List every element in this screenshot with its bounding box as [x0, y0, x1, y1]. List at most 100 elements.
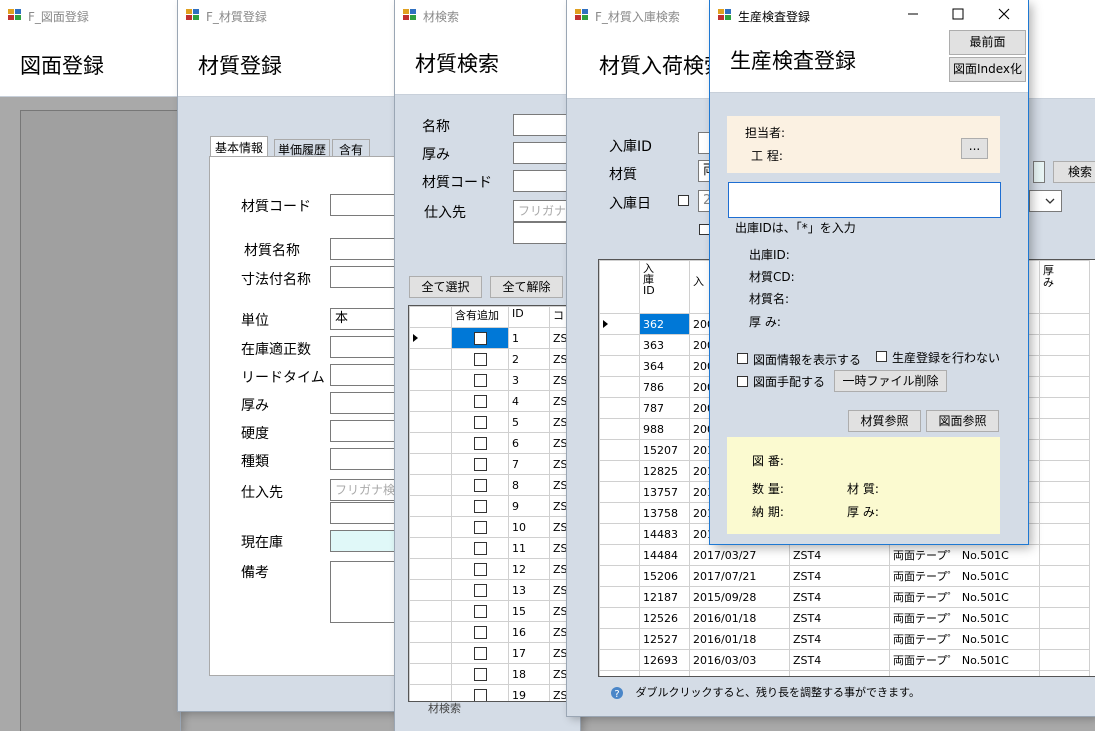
receipt-id-cell[interactable]: 12187 — [639, 586, 690, 608]
header-thickness[interactable]: 厚み — [1039, 260, 1090, 314]
header-contains-add[interactable]: 含有追加 — [451, 306, 509, 328]
row-header[interactable] — [599, 355, 640, 377]
contains-add-cell[interactable] — [451, 621, 509, 643]
contains-add-checkbox[interactable] — [473, 352, 487, 366]
material-cell[interactable]: ZST4 — [789, 670, 890, 676]
table-row[interactable]: 15206 2017/07/21 ZST4 両面テープ゜ No.501C — [599, 565, 1090, 587]
contains-add-cell[interactable] — [451, 390, 509, 412]
table-row[interactable]: 13 ZST — [409, 579, 580, 601]
close-icon[interactable] — [998, 8, 1010, 20]
contains-add-cell[interactable] — [451, 558, 509, 580]
thickness-cell[interactable] — [1039, 607, 1090, 629]
id-cell[interactable]: 4 — [508, 390, 550, 412]
id-cell[interactable]: 17 — [508, 642, 550, 664]
table-row[interactable]: 18 ZST — [409, 663, 580, 685]
table-row[interactable]: 12 ZST — [409, 558, 580, 580]
material-cell[interactable]: ZST4 — [789, 544, 890, 566]
id-cell[interactable]: 2 — [508, 348, 550, 370]
receipt-id-cell[interactable]: 12527 — [639, 628, 690, 650]
thickness-cell[interactable] — [1039, 397, 1090, 419]
table-row[interactable]: 12693 2016/03/03 ZST4 両面テープ゜ No.501C — [599, 649, 1090, 671]
row-header[interactable] — [409, 600, 452, 622]
receipt-date-cell[interactable]: 2017/03/27 — [689, 544, 790, 566]
receipt-id-cell[interactable]: 364 — [639, 355, 690, 377]
row-header[interactable] — [599, 565, 640, 587]
material-name-field[interactable] — [1033, 161, 1045, 183]
row-header[interactable] — [599, 544, 640, 566]
shipment-id-input[interactable] — [728, 182, 1001, 218]
receipt-id-cell[interactable]: 988 — [639, 418, 690, 440]
thickness-cell[interactable] — [1039, 544, 1090, 566]
receipt-date-cell[interactable]: 2015/09/28 — [689, 586, 790, 608]
receipt-id-cell[interactable]: 12693 — [639, 649, 690, 671]
contains-add-checkbox[interactable] — [473, 541, 487, 555]
contains-add-checkbox[interactable] — [473, 646, 487, 660]
id-cell[interactable]: 12 — [508, 558, 550, 580]
row-header[interactable] — [599, 334, 640, 356]
table-row[interactable]: 9 ZST — [409, 495, 580, 517]
thickness-cell[interactable] — [1039, 670, 1090, 676]
id-cell[interactable]: 18 — [508, 663, 550, 685]
header-receipt-id[interactable]: 入庫ID — [639, 260, 690, 314]
row-header[interactable] — [409, 516, 452, 538]
minimize-icon[interactable] — [907, 8, 919, 20]
thickness-cell[interactable] — [1039, 523, 1090, 545]
receipt-id-cell[interactable]: 786 — [639, 376, 690, 398]
material-cell[interactable]: ZST4 — [789, 565, 890, 587]
receipt-id-cell[interactable]: 13757 — [639, 481, 690, 503]
row-header[interactable] — [409, 348, 452, 370]
receipt-id-cell[interactable]: 362 — [639, 313, 690, 335]
thickness-cell[interactable] — [1039, 460, 1090, 482]
select-all-button[interactable]: 全て選択 — [409, 276, 482, 298]
id-cell[interactable]: 7 — [508, 453, 550, 475]
row-header[interactable] — [599, 586, 640, 608]
name-cell[interactable]: 両面テープ゜ No.501C — [889, 649, 1040, 671]
row-header[interactable] — [409, 642, 452, 664]
table-row[interactable]: 7 ZST — [409, 453, 580, 475]
receipt-id-cell[interactable]: 363 — [639, 334, 690, 356]
table-row[interactable]: 16 ZST — [409, 621, 580, 643]
tab-basic-info[interactable]: 基本情報 — [210, 136, 269, 158]
row-header[interactable] — [409, 390, 452, 412]
receipt-date-cell[interactable]: 2016/01/18 — [689, 607, 790, 629]
material-cell[interactable]: ZST4 — [789, 607, 890, 629]
title-bar[interactable]: 生産検査登録 — [710, 0, 1028, 30]
row-header[interactable] — [599, 397, 640, 419]
contains-add-checkbox[interactable] — [473, 436, 487, 450]
receipt-id-cell[interactable]: 15206 — [639, 565, 690, 587]
contains-add-cell[interactable] — [451, 327, 509, 349]
topmost-button[interactable]: 最前面 — [949, 30, 1026, 55]
contains-add-checkbox[interactable] — [473, 625, 487, 639]
extra-option-checkbox[interactable] — [699, 224, 710, 235]
delete-temp-file-button[interactable]: 一時ファイル削除 — [834, 370, 947, 392]
table-row[interactable]: 6 ZST — [409, 432, 580, 454]
row-header[interactable] — [409, 537, 452, 559]
row-header[interactable] — [409, 369, 452, 391]
table-row[interactable]: 12527 2016/01/18 ZST4 両面テープ゜ No.501C — [599, 628, 1090, 650]
filter-dropdown[interactable] — [1029, 190, 1062, 212]
table-row[interactable]: 12187 2015/09/28 ZST4 両面テープ゜ No.501C — [599, 586, 1090, 608]
name-cell[interactable]: 両面テープ゜ No.501C — [889, 670, 1040, 676]
table-row[interactable]: 4 ZST — [409, 390, 580, 412]
receipt-id-cell[interactable]: 13758 — [639, 502, 690, 524]
thickness-cell[interactable] — [1039, 376, 1090, 398]
contains-add-cell[interactable] — [451, 369, 509, 391]
receipt-id-cell[interactable]: 12825 — [639, 460, 690, 482]
contains-add-checkbox[interactable] — [473, 583, 487, 597]
row-header[interactable] — [599, 460, 640, 482]
contains-add-cell[interactable] — [451, 600, 509, 622]
name-cell[interactable]: 両面テープ゜ No.501C — [889, 565, 1040, 587]
row-header[interactable] — [409, 327, 452, 349]
thickness-cell[interactable] — [1039, 439, 1090, 461]
id-cell[interactable]: 16 — [508, 621, 550, 643]
table-row[interactable]: 1 ZST — [409, 327, 580, 349]
thickness-cell[interactable] — [1039, 313, 1090, 335]
id-cell[interactable]: 6 — [508, 432, 550, 454]
receipt-date-cell[interactable]: 2017/07/21 — [689, 565, 790, 587]
thickness-cell[interactable] — [1039, 628, 1090, 650]
contains-add-cell[interactable] — [451, 663, 509, 685]
title-bar[interactable]: 材検索 — [395, 0, 580, 30]
title-bar[interactable]: F_図面登録 — [0, 0, 180, 30]
title-bar[interactable]: F_材質登録 — [178, 0, 408, 30]
row-header[interactable] — [409, 453, 452, 475]
